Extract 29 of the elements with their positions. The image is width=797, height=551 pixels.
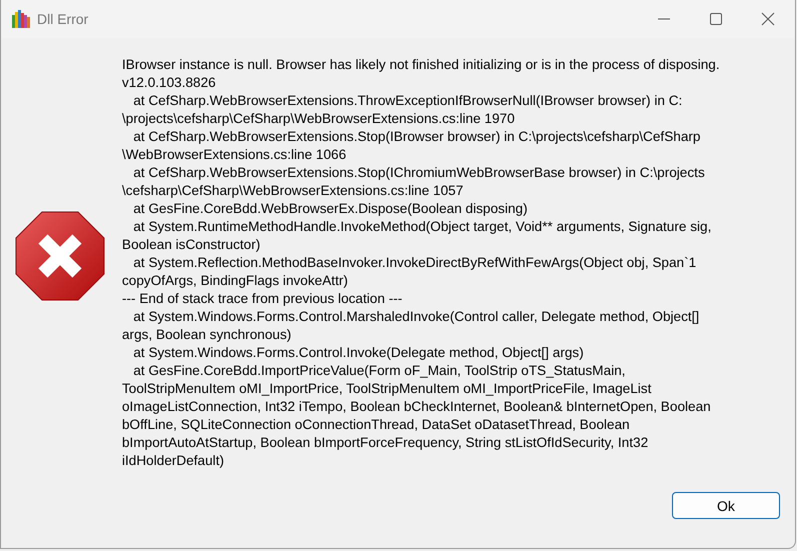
message-line: at CefSharp.WebBrowserExtensions.ThrowExceptionIfBrowserNull(IBrowser browser) in C:	[132, 92, 684, 110]
message-line: at GesFine.CoreBdd.ImportPriceValue(Form oF_Main, ToolStrip oTS_StatusMain,	[132, 362, 626, 380]
message-line: \cefsharp\CefSharp\WebBrowserExtensions.cs:line 1057	[122, 182, 464, 200]
close-icon	[761, 12, 775, 26]
message-line: at CefSharp.WebBrowserExtensions.Stop(IChromiumWebBrowserBase browser) in C:\projects	[132, 164, 706, 182]
message-line: \WebBrowserExtensions.cs:line 1066	[122, 146, 348, 164]
message-line: oImageListConnection, Int32 iTempo, Boolean bCheckInternet, Boolean& bInternetOpen, Boolean	[122, 398, 712, 416]
message-line: at System.Windows.Forms.Control.Invoke(Delegate method, Object[] args)	[132, 344, 585, 362]
books-icon	[11, 9, 31, 29]
message-line: at CefSharp.WebBrowserExtensions.Stop(IBrowser browser) in C:\projects\cefsharp\CefSharp	[132, 128, 702, 146]
message-line: bImportAutoAtStartup, Boolean bImportForceFrequency, String stListOfIdSecurity, Int32	[122, 434, 650, 452]
message-line: at System.Reflection.MethodBaseInvoker.InvokeDirectByRefWithFewArgs(Object obj, Span`1	[132, 254, 698, 272]
message-line: v12.0.103.8826	[122, 74, 217, 92]
maximize-icon	[710, 13, 722, 25]
message-line: copyOfArgs, BindingFlags invokeAttr)	[122, 272, 349, 290]
message-line: ToolStripMenuItem oMI_ImportPrice, ToolStripMenuItem oMI_ImportPriceFile, ImageList	[122, 380, 652, 398]
ok-button[interactable]: Ok	[672, 492, 780, 519]
message-line: at System.RuntimeMethodHandle.InvokeMethod(Object target, Void** arguments, Signature sig,	[132, 218, 712, 236]
message-line: at GesFine.CoreBdd.WebBrowserEx.Dispose(Boolean disposing)	[132, 200, 528, 218]
error-icon	[15, 211, 105, 301]
message-line: args, Boolean synchronous)	[122, 326, 292, 344]
message-line: Boolean isConstructor)	[122, 236, 262, 254]
window-title: Dll Error	[37, 11, 88, 27]
message-line: \projects\cefsharp\CefSharp\WebBrowserExtensions.cs:line 1970	[122, 110, 516, 128]
message-line: bOffLine, SQLiteConnection oConnectionThread, DataSet oDatasetThread, Boolean	[122, 416, 631, 434]
message-line: IBrowser instance is null. Browser has likely not finished initializing or is in the process of disposing.	[122, 56, 720, 74]
message-line: --- End of stack trace from previous location ---	[122, 290, 404, 308]
message-line: at System.Windows.Forms.Control.MarshaledInvoke(Control caller, Delegate method, Object[]	[132, 308, 700, 326]
message-line: iIdHolderDefault)	[122, 452, 225, 470]
